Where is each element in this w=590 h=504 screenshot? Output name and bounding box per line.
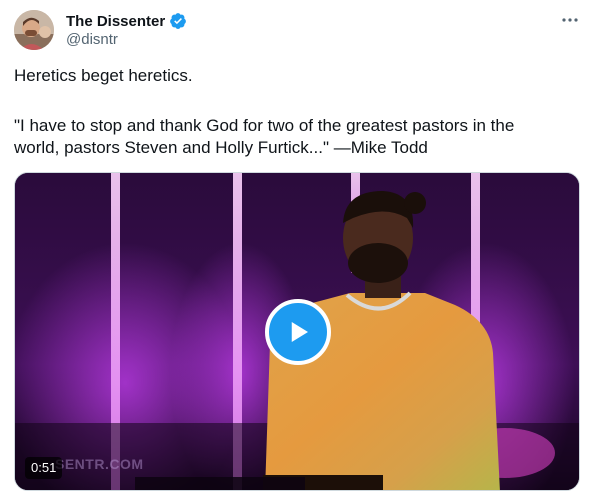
tweet-card[interactable]: The Dissenter @disntr Heretics beget her…	[0, 0, 590, 504]
avatar-image	[14, 10, 54, 50]
video-watermark: SENTR.COM	[55, 456, 144, 472]
play-icon	[291, 322, 308, 342]
author-name-row: The Dissenter	[66, 11, 187, 31]
verified-badge-icon	[169, 12, 187, 30]
tweet-text-line: world, pastors Steven and Holly Furtick.…	[14, 138, 428, 157]
display-name[interactable]: The Dissenter	[66, 13, 165, 30]
handle[interactable]: @disntr	[66, 31, 118, 48]
play-button[interactable]	[265, 299, 331, 365]
video-player[interactable]: SENTR.COM 0:51	[14, 172, 580, 491]
video-duration: 0:51	[25, 457, 63, 479]
tweet-text-line: Heretics beget heretics.	[14, 66, 193, 85]
tweet-text-line: "I have to stop and thank God for two of…	[14, 116, 515, 135]
avatar[interactable]	[14, 10, 54, 50]
more-options-icon[interactable]	[558, 10, 582, 30]
